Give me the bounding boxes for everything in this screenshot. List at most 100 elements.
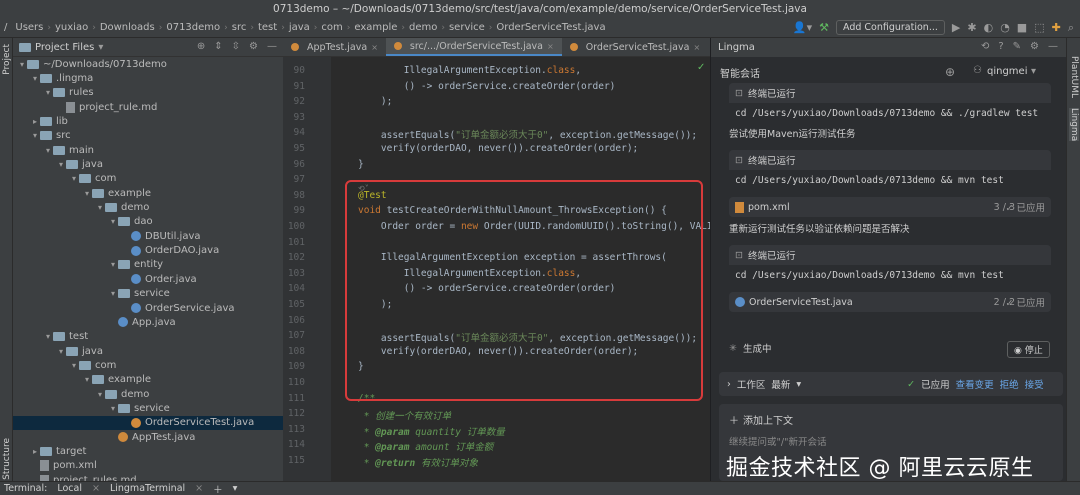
breadcrumb-item[interactable]: src	[228, 22, 251, 33]
breadcrumb-item[interactable]: 0713demo	[162, 22, 224, 33]
tree-item[interactable]: pom.xml	[13, 459, 283, 473]
gear-icon[interactable]: ⚙	[1030, 41, 1039, 52]
add-configuration-button[interactable]: Add Configuration...	[835, 20, 945, 35]
build-hammer-icon[interactable]: ⚒	[819, 21, 829, 34]
chevron-down-icon[interactable]: ▾	[43, 88, 53, 97]
coverage-icon[interactable]: ◐	[984, 21, 994, 34]
editor-tab[interactable]: OrderServiceTest.java ×	[562, 38, 708, 56]
code-line[interactable]: * @return 有效订单对象	[358, 455, 478, 469]
breadcrumb-item[interactable]: service	[445, 22, 489, 33]
inlay-hint-icon[interactable]: ⟲˅	[358, 184, 369, 193]
breadcrumb-item[interactable]: yuxiao	[51, 22, 92, 33]
collapse-icon[interactable]: ⇳	[232, 41, 240, 52]
terminal-block-header[interactable]: ⊡ 终端已运行	[729, 150, 1051, 170]
chevron-down-icon[interactable]: ▾	[30, 74, 40, 83]
chevron-down-icon[interactable]: ▾	[43, 332, 53, 341]
code-line[interactable]: );	[358, 96, 392, 107]
code-line[interactable]: }	[358, 159, 364, 170]
reject-link[interactable]: 拒绝	[1000, 377, 1019, 391]
tree-item[interactable]: OrderServiceTest.java	[13, 415, 283, 430]
chevron-down-icon[interactable]: ▾	[30, 131, 40, 140]
chevron-down-icon[interactable]: ▾	[796, 379, 801, 390]
breadcrumb-item[interactable]: /	[0, 22, 11, 33]
breadcrumb-item[interactable]: com	[317, 22, 346, 33]
target-icon[interactable]: ⊕	[197, 41, 205, 52]
tree-item[interactable]: OrderDAO.java	[13, 243, 283, 257]
chevron-down-icon[interactable]: ▾	[98, 42, 103, 53]
tree-item[interactable]: ▾ example	[13, 186, 283, 200]
chevron-down-icon[interactable]: ▾	[43, 146, 53, 155]
tree-item[interactable]: ▾ demo	[13, 200, 283, 214]
close-icon[interactable]: ×	[195, 483, 203, 494]
minimize-icon[interactable]: —	[1048, 41, 1058, 52]
chevron-down-icon[interactable]: ▾	[69, 361, 79, 370]
project-tool-tab[interactable]: Project	[2, 44, 12, 75]
plugin-icon[interactable]: ✚	[1052, 21, 1061, 34]
close-icon[interactable]: ×	[693, 38, 700, 57]
tree-item[interactable]: ▾ test	[13, 330, 283, 344]
add-terminal-icon[interactable]: ＋	[213, 482, 223, 495]
code-line[interactable]: assertEquals("订单金额必须大于0", exception.getM…	[358, 127, 697, 141]
terminal-tab-local[interactable]: Local	[57, 483, 82, 494]
tree-item[interactable]: ▾ .lingma	[13, 71, 283, 85]
chevron-down-icon[interactable]: ▾	[17, 60, 27, 69]
chevron-down-icon[interactable]: ▾	[56, 160, 66, 169]
close-icon[interactable]: ×	[371, 38, 378, 57]
chevron-down-icon[interactable]: ▾	[108, 260, 118, 269]
expand-icon[interactable]: ⇕	[214, 41, 222, 52]
terminal-block-header[interactable]: ⊡ 终端已运行	[729, 245, 1051, 265]
chevron-down-icon[interactable]: ▾	[82, 375, 92, 384]
project-files-dropdown[interactable]: Project Files	[35, 42, 94, 53]
chevron-down-icon[interactable]: ▾	[108, 289, 118, 298]
plantuml-tool-tab[interactable]: PlantUML	[1069, 56, 1079, 98]
terminal-tab-lingma[interactable]: LingmaTerminal	[110, 483, 185, 494]
gear-icon[interactable]: ⚙	[249, 41, 258, 52]
code-line[interactable]: * 创建一个有效订单	[358, 408, 451, 422]
editor-tab[interactable]: AppTest.java ×	[283, 38, 386, 56]
changed-file-row[interactable]: OrderServiceTest.java 2 / 2 ✓ 已应用	[729, 292, 1051, 312]
tree-item[interactable]: ▾ src	[13, 129, 283, 143]
tree-item[interactable]: Order.java	[13, 272, 283, 286]
breadcrumb-item[interactable]: demo	[405, 22, 441, 33]
tree-item[interactable]: ▾ main	[13, 143, 283, 157]
tree-item[interactable]: ▸ lib	[13, 114, 283, 128]
search-icon[interactable]: ⌕	[1068, 21, 1074, 35]
chevron-down-icon[interactable]: ▾	[233, 483, 238, 494]
chat-input[interactable]: 继续提问或"/"新开会话	[729, 434, 826, 448]
stop-button[interactable]: ◉ 停止	[1007, 341, 1050, 358]
vcs-icon[interactable]: ⬚	[1034, 21, 1044, 34]
code-line[interactable]: * @param amount 订单金额	[358, 439, 494, 453]
chevron-down-icon[interactable]: ▾	[108, 217, 118, 226]
editor-tab[interactable]: src/.../OrderServiceTest.java ×	[385, 38, 562, 56]
structure-tool-tab[interactable]: Structure	[2, 438, 12, 480]
tree-item[interactable]: AppTest.java	[13, 430, 283, 444]
debug-icon[interactable]: ✱	[967, 21, 976, 34]
chevron-down-icon[interactable]: ▾	[82, 189, 92, 198]
tree-item[interactable]: DBUtil.java	[13, 229, 283, 243]
run-icon[interactable]: ▶	[952, 21, 960, 34]
stop-icon[interactable]: ■	[1017, 21, 1027, 34]
code-line[interactable]: * @param quantity 订单数量	[358, 424, 505, 438]
tree-item[interactable]: ▾ dao	[13, 215, 283, 229]
chevron-down-icon[interactable]: ▾	[1031, 66, 1036, 77]
tree-item[interactable]: ▾ entity	[13, 258, 283, 272]
changed-file-row[interactable]: pom.xml 3 / 3 ✓ 已应用	[729, 197, 1051, 217]
tree-item[interactable]: OrderService.java	[13, 301, 283, 315]
chevron-down-icon[interactable]: ▾	[56, 347, 66, 356]
tree-item[interactable]: ▾ service	[13, 287, 283, 301]
terminal-block-header[interactable]: ⊡ 终端已运行	[729, 83, 1051, 103]
user-icon[interactable]: 👤▾	[793, 21, 812, 34]
chevron-down-icon[interactable]: ▾	[95, 390, 105, 399]
chevron-down-icon[interactable]: ▾	[108, 404, 118, 413]
tree-item[interactable]: ▾ java	[13, 344, 283, 358]
tree-item[interactable]: ▾ ~/Downloads/0713demo	[13, 57, 283, 71]
chevron-down-icon[interactable]: ▾	[95, 203, 105, 212]
help-icon[interactable]: ?	[998, 41, 1003, 52]
breadcrumb-item[interactable]: example	[350, 22, 401, 33]
breadcrumb-item[interactable]: OrderServiceTest.java	[492, 22, 609, 33]
profile-icon[interactable]: ◔	[1000, 21, 1010, 34]
breadcrumb-item[interactable]: Users	[11, 22, 47, 33]
tree-item[interactable]: ▾ com	[13, 358, 283, 372]
latest-dropdown[interactable]: 最新	[771, 377, 790, 391]
lingma-tool-tab[interactable]: Lingma	[1069, 108, 1079, 142]
